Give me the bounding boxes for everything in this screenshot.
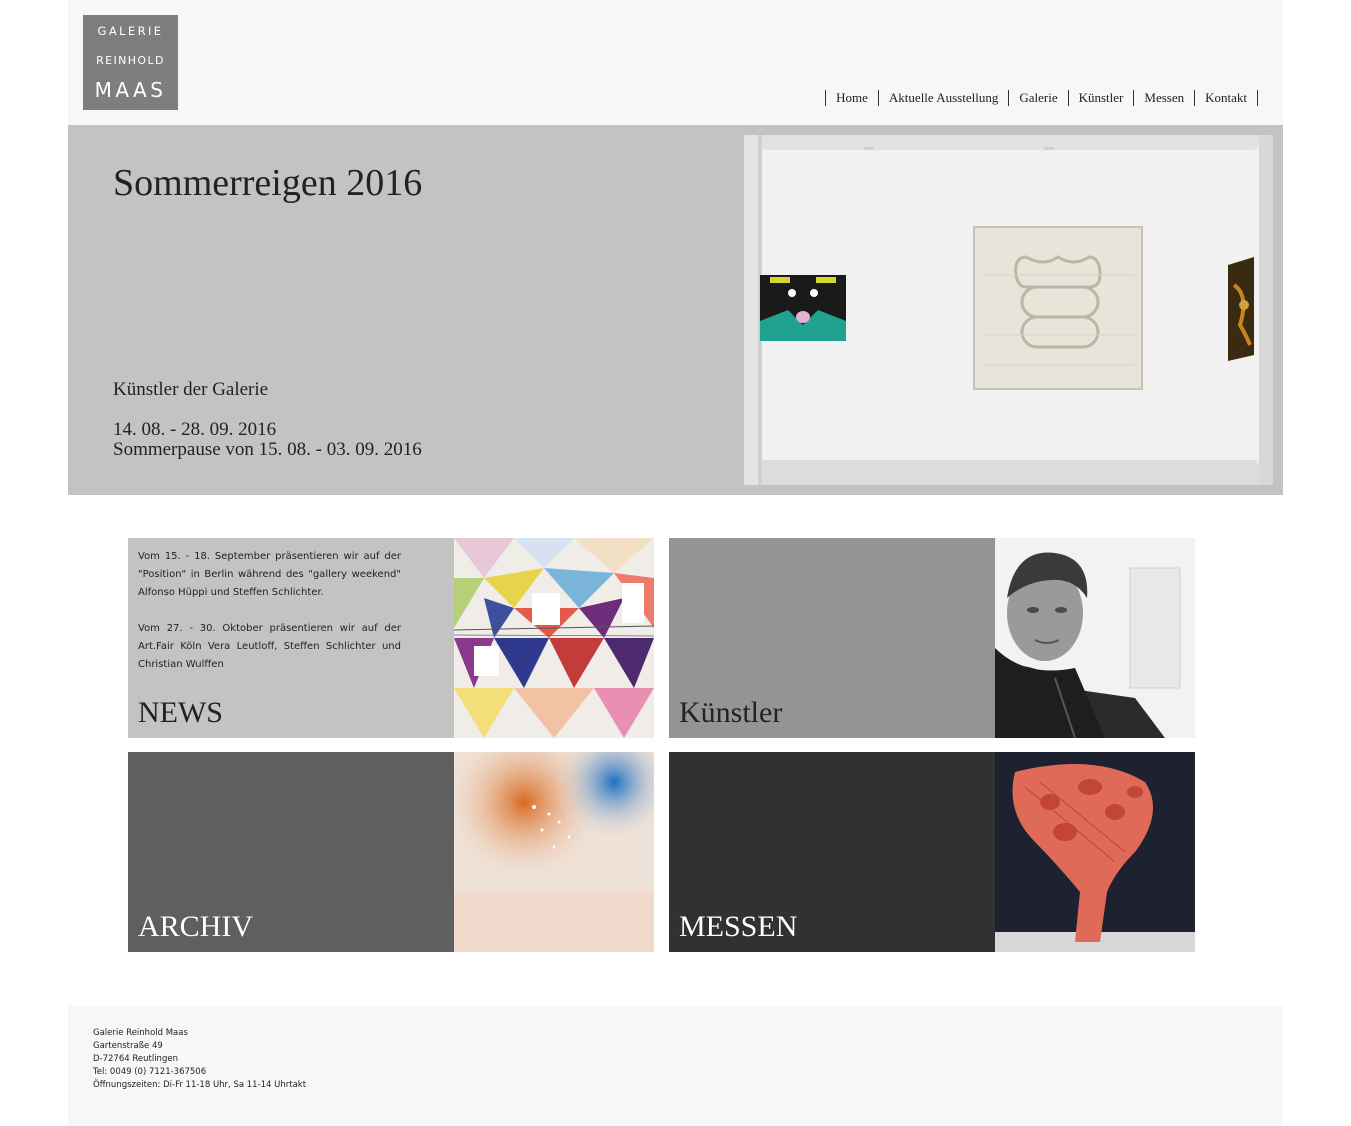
nav-messen[interactable]: Messen — [1134, 89, 1194, 107]
exhibition-room-photo[interactable] — [744, 135, 1273, 485]
kuenstler-tile[interactable]: Künstler — [669, 538, 1195, 738]
red-tree-painting-image — [995, 752, 1195, 952]
messen-artwork-image — [995, 752, 1195, 952]
footer-street: Gartenstraße 49 — [93, 1041, 163, 1051]
footer-phone: Tel: 0049 (0) 7121-367506 — [93, 1067, 207, 1077]
kuenstler-tile-text-area: Künstler — [669, 538, 995, 738]
news-label: NEWS — [138, 696, 223, 729]
summer-break-dates: Sommerpause von 15. 08. - 03. 09. 2016 — [113, 439, 422, 460]
logo-line-3: MAAS — [94, 78, 167, 102]
gallery-room-image — [744, 135, 1273, 485]
archiv-tile-text-area: ARCHIV — [128, 752, 454, 952]
messen-label: MESSEN — [679, 910, 798, 943]
exhibition-title: Sommerreigen 2016 — [113, 162, 423, 204]
footer-gallery-name: Galerie Reinhold Maas — [93, 1028, 188, 1038]
nav-kontakt[interactable]: Kontakt — [1195, 89, 1257, 107]
kuenstler-label: Künstler — [679, 696, 783, 729]
hero-banner: Sommerreigen 2016 Künstler der Galerie 1… — [68, 125, 1283, 495]
news-paragraph-1: Vom 15. - 18. September präsentieren wir… — [138, 551, 401, 598]
exhibition-dates: 14. 08. - 28. 09. 2016 Sommerpause von 1… — [113, 420, 422, 460]
archiv-artwork-image — [454, 752, 654, 952]
messen-tile[interactable]: MESSEN — [669, 752, 1195, 952]
gallery-logo[interactable]: GALERIE REINHOLD MAAS — [83, 15, 178, 110]
exhibition-subtitle: Künstler der Galerie — [113, 379, 269, 400]
footer-city: D-72764 Reutlingen — [93, 1054, 178, 1064]
news-tile[interactable]: Vom 15. - 18. September präsentieren wir… — [128, 538, 654, 738]
messen-tile-text-area: MESSEN — [669, 752, 995, 952]
header: GALERIE REINHOLD MAAS Home Aktuelle Auss… — [68, 0, 1283, 125]
nav-aktuelle-ausstellung[interactable]: Aktuelle Ausstellung — [879, 89, 1008, 107]
footer-address: Galerie Reinhold Maas Gartenstraße 49 D-… — [93, 1027, 306, 1092]
abstract-painting-image — [454, 752, 654, 952]
news-tile-text-area: Vom 15. - 18. September präsentieren wir… — [128, 538, 454, 738]
geometric-watercolor-image — [454, 538, 654, 738]
logo-line-2: REINHOLD — [96, 54, 165, 67]
logo-line-1: GALERIE — [97, 24, 164, 38]
artist-portrait-photo — [995, 538, 1195, 738]
artist-portrait-image — [995, 538, 1195, 738]
news-text: Vom 15. - 18. September präsentieren wir… — [138, 548, 401, 692]
news-paragraph-2: Vom 27. - 30. Oktober präsentieren wir a… — [138, 623, 401, 670]
news-artwork-image — [454, 538, 654, 738]
main-nav: Home Aktuelle Ausstellung Galerie Künstl… — [825, 89, 1258, 107]
archiv-label: ARCHIV — [138, 910, 254, 943]
archiv-tile[interactable]: ARCHIV — [128, 752, 654, 952]
footer-opening-hours: Öffnungszeiten: Di-Fr 11-18 Uhr, Sa 11-1… — [93, 1080, 307, 1090]
nav-home[interactable]: Home — [826, 89, 878, 107]
nav-kuenstler[interactable]: Künstler — [1069, 89, 1134, 107]
footer: Galerie Reinhold Maas Gartenstraße 49 D-… — [68, 1006, 1283, 1126]
nav-galerie[interactable]: Galerie — [1009, 89, 1067, 107]
exhibition-date-range: 14. 08. - 28. 09. 2016 — [113, 419, 277, 440]
nav-separator — [1257, 90, 1258, 106]
